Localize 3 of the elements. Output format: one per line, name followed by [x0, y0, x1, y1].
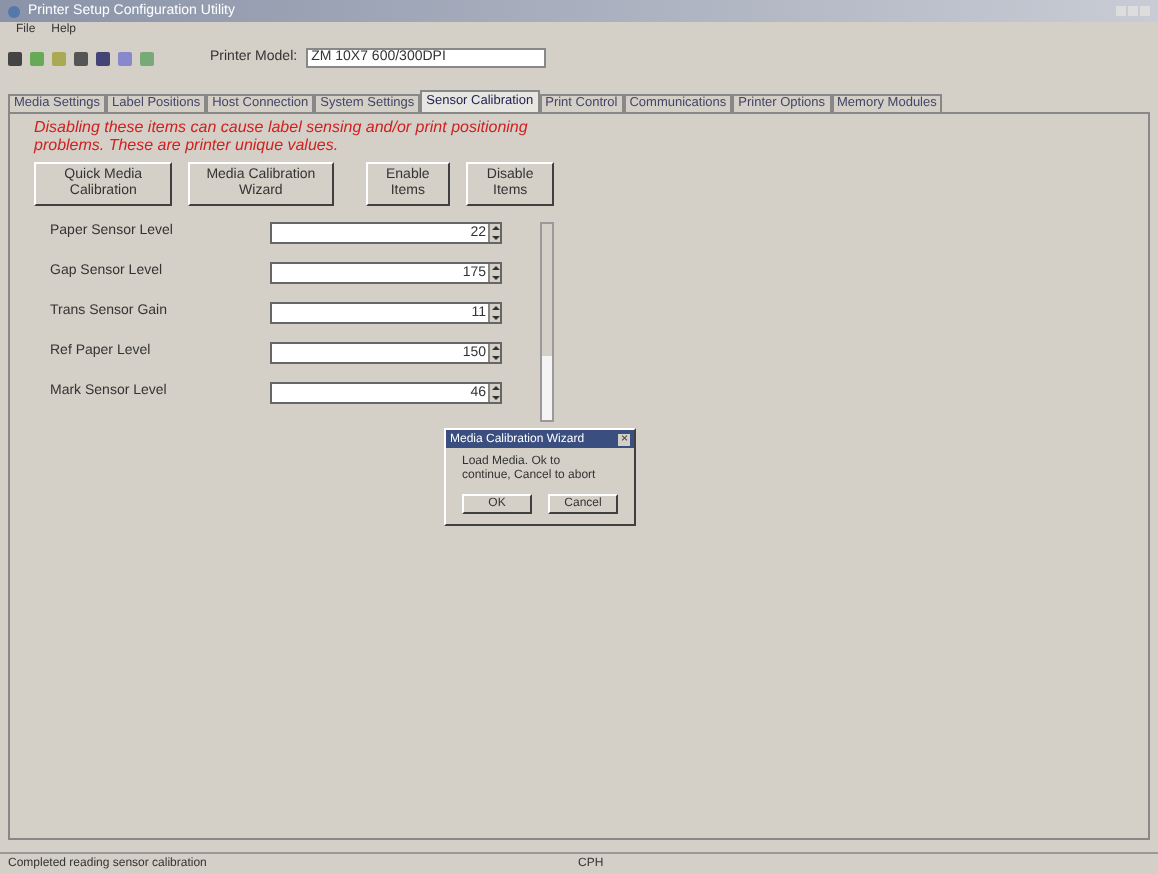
warning-text: Disabling these items can cause label sensing and/or print positioning problems. These are printer unique values.: [34, 118, 530, 154]
scrollbar[interactable]: [540, 222, 554, 422]
app-icon: [8, 5, 20, 17]
